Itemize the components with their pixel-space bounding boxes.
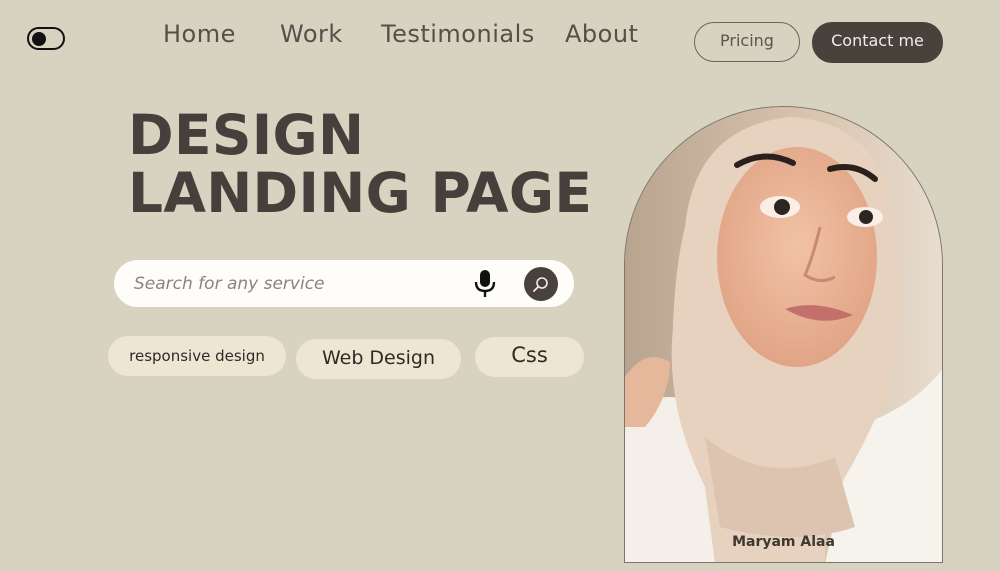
theme-toggle[interactable] [27,27,65,50]
portrait-card: Maryam Alaa [624,106,943,563]
nav-home-link[interactable]: Home [163,20,236,48]
nav-work-link[interactable]: Work [280,20,343,48]
search-button[interactable] [524,267,558,301]
microphone-icon[interactable] [473,269,497,299]
chip-css[interactable]: Css [475,337,584,377]
search-icon [533,277,548,292]
nav-testimonials-link[interactable]: Testimonials [381,20,535,48]
toggle-knob-icon [32,32,46,46]
pricing-button[interactable]: Pricing [694,22,800,62]
search-input[interactable] [134,270,454,297]
nav-about-link[interactable]: About [565,20,638,48]
chip-web-design[interactable]: Web Design [296,339,461,379]
hero-title-line-2: LANDING PAGE [128,161,593,225]
search-bar [114,260,574,307]
chip-responsive-design[interactable]: responsive design [108,336,286,376]
hero-title: DESIGN LANDING PAGE [128,106,592,222]
contact-button[interactable]: Contact me [812,22,943,63]
portrait-name: Maryam Alaa [732,534,835,550]
hero-title-line-1: DESIGN [128,103,365,167]
portrait-image [625,107,942,562]
